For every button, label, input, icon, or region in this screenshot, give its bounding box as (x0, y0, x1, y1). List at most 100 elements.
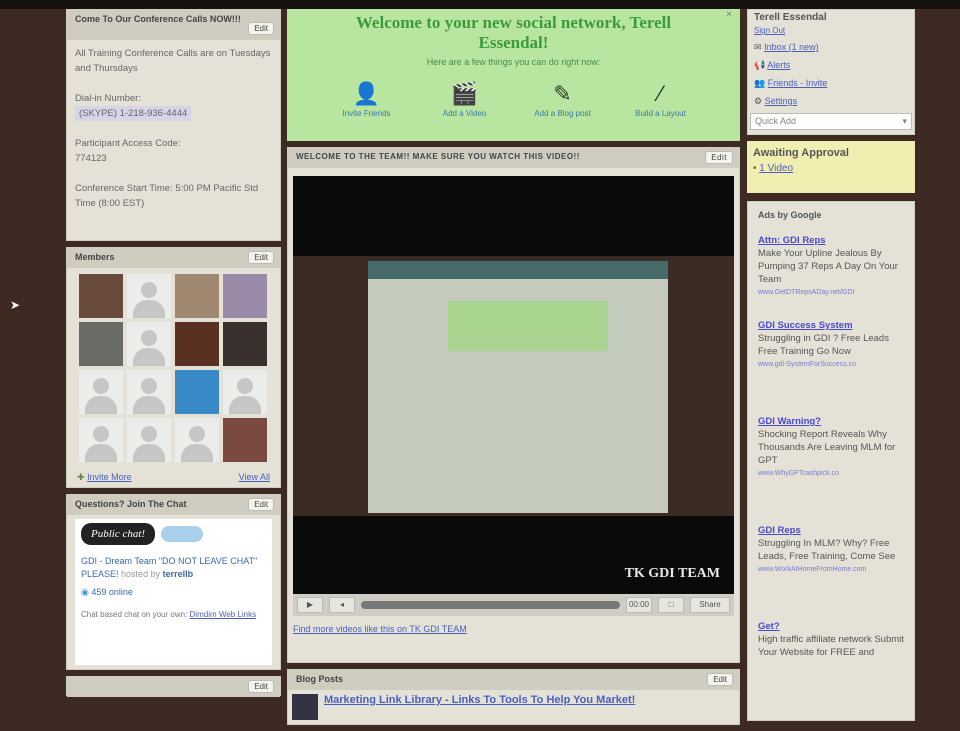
invite-more-link[interactable]: Invite More (87, 472, 132, 482)
avatar[interactable] (127, 418, 171, 462)
chevron-down-icon: ▾ (902, 116, 907, 126)
avatar[interactable] (79, 370, 123, 414)
ad-url[interactable]: www.GetDTRepsADay.net/GDI (758, 286, 904, 299)
mouse-cursor-icon: ➤ (10, 298, 21, 312)
right-column: Terell Essendal Sign Out ✉ Inbox (1 new)… (747, 9, 915, 727)
edit-button[interactable]: Edit (248, 251, 274, 264)
text: 774123 (75, 153, 107, 164)
box-header: Members Edit (67, 248, 280, 268)
ad-body: Shocking Report Reveals Why Thousands Ar… (758, 429, 896, 466)
alerts-link[interactable]: Alerts (767, 60, 790, 70)
edit-button[interactable]: Edit (248, 680, 274, 693)
box-title: Blog Posts (296, 674, 344, 684)
video-overlay-title: TK GDI TEAM (624, 566, 720, 581)
avatar[interactable] (223, 418, 267, 462)
inbox-icon: ✉ (754, 42, 762, 52)
members-grid (67, 268, 280, 468)
build-layout-action[interactable]: ⁄ Build a Layout (626, 81, 696, 118)
avatar[interactable] (127, 370, 171, 414)
conference-box: Come To Our Conference Calls NOW!!! Edit … (66, 9, 281, 241)
progress-bar[interactable] (361, 601, 620, 609)
edit-button[interactable]: Edit (707, 673, 733, 686)
avatar[interactable] (175, 370, 219, 414)
box-title: Come To Our Conference Calls NOW!!! (75, 14, 241, 24)
public-chat-bubble: Public chat! (81, 523, 156, 545)
box-title: Members (75, 252, 115, 262)
members-box: Members Edit ✚ Invite More View All (66, 247, 281, 488)
edit-button[interactable]: Edit (705, 151, 733, 164)
center-column: × Welcome to your new social network, Te… (287, 9, 740, 731)
ad-title[interactable]: GDI Reps (758, 524, 904, 537)
ad-item[interactable]: GDI Success System Struggling in GDI ? Fr… (748, 313, 914, 409)
view-all-link[interactable]: View All (239, 472, 270, 483)
ad-body: High traffic affiliate network Submit Yo… (758, 634, 904, 658)
avatar[interactable] (223, 274, 267, 318)
ad-title[interactable]: GDI Success System (758, 319, 904, 332)
inbox-link[interactable]: Inbox (1 new) (764, 42, 819, 52)
ad-url[interactable]: www.WhyGPTcashpick.co (758, 467, 904, 480)
close-icon[interactable]: × (726, 9, 732, 20)
ad-item[interactable]: GDI Reps Struggling In MLM? Why? Free Lea… (748, 518, 914, 614)
ad-item[interactable]: GDI Warning? Shocking Report Reveals Why … (748, 409, 914, 518)
add-blog-action[interactable]: ✎ Add a Blog post (528, 81, 598, 118)
avatar[interactable] (175, 274, 219, 318)
avatar[interactable] (223, 370, 267, 414)
video-frame (368, 261, 668, 513)
box-title: Questions? Join The Chat (75, 499, 187, 509)
invite-friends-action[interactable]: 👤 Invite Friends (332, 81, 402, 118)
sign-out-link[interactable]: Sign Out (754, 26, 785, 35)
ad-title[interactable]: Attn: GDI Reps (758, 234, 904, 247)
ad-url[interactable]: www.gdi-SystemForSuccess.co (758, 358, 904, 371)
quick-add-select[interactable]: Quick Add ▾ (750, 113, 912, 130)
play-icon[interactable]: ▶ (297, 597, 323, 613)
text: hosted by (121, 569, 161, 579)
chat-link[interactable]: Dimdim Web Links (190, 610, 257, 619)
ad-item[interactable]: Attn: GDI Reps Make Your Upline Jealous B… (748, 228, 914, 313)
ad-body: Make Your Upline Jealous By Pumping 37 R… (758, 248, 898, 285)
avatar[interactable] (127, 274, 171, 318)
skype-number[interactable]: (SKYPE) 1-218-936-4444 (75, 106, 192, 121)
ad-item[interactable]: Get? High traffic affiliate network Submi… (748, 614, 914, 673)
ads-box: Ads by Google Attn: GDI Reps Make Your Up… (747, 201, 915, 721)
awaiting-approval-box: Awaiting Approval • 1 Video (747, 141, 915, 193)
approval-item-link[interactable]: 1 Video (759, 163, 793, 174)
host-link[interactable]: terrellb (163, 569, 194, 579)
ad-url[interactable]: www.WorkAtHomeFromHome.com (758, 563, 904, 576)
welcome-banner: × Welcome to your new social network, Te… (287, 9, 740, 141)
avatar (292, 694, 318, 720)
online-count[interactable]: 459 online (91, 587, 133, 597)
avatar[interactable] (175, 418, 219, 462)
edit-button[interactable]: Edit (248, 498, 274, 511)
clapper-icon: 🎬 (450, 81, 479, 106)
friends-icon: 👥 (754, 78, 766, 88)
avatar[interactable] (175, 322, 219, 366)
pencil-icon: ✎ (553, 81, 572, 106)
ad-title[interactable]: Get? (758, 620, 904, 633)
user-name: Terell Essendal (754, 12, 827, 23)
online-icon: ◉ (81, 587, 89, 597)
friends-link[interactable]: Friends - Invite (768, 78, 828, 88)
alerts-icon: 📢 (754, 60, 766, 70)
blog-post-link[interactable]: Marketing Link Library - Links To Tools … (324, 694, 635, 720)
blog-box: Blog Posts Edit Marketing Link Library - … (287, 669, 740, 725)
video-player[interactable]: TK GDI TEAM (293, 176, 734, 594)
settings-link[interactable]: Settings (765, 96, 798, 106)
box-title: WELCOME TO THE TEAM!! MAKE SURE YOU WATC… (296, 152, 580, 161)
avatar[interactable] (79, 322, 123, 366)
approval-title: Awaiting Approval (753, 147, 849, 159)
volume-icon[interactable]: ◂ (329, 597, 355, 613)
box-header: WELCOME TO THE TEAM!! MAKE SURE YOU WATC… (288, 148, 739, 168)
avatar[interactable] (223, 322, 267, 366)
add-video-action[interactable]: 🎬 Add a Video (430, 81, 500, 118)
next-box: Edit (66, 676, 281, 697)
fullscreen-icon[interactable]: □ (658, 597, 684, 613)
avatar[interactable] (79, 418, 123, 462)
avatar[interactable] (79, 274, 123, 318)
avatar[interactable] (127, 322, 171, 366)
more-videos-link[interactable]: Find more videos like this on TK GDI TEA… (293, 624, 467, 634)
share-button[interactable]: Share (690, 597, 730, 613)
action-label: Add a Blog post (534, 109, 591, 118)
settings-icon: ⚙ (754, 96, 763, 106)
ad-title[interactable]: GDI Warning? (758, 415, 904, 428)
edit-button[interactable]: Edit (248, 22, 274, 35)
